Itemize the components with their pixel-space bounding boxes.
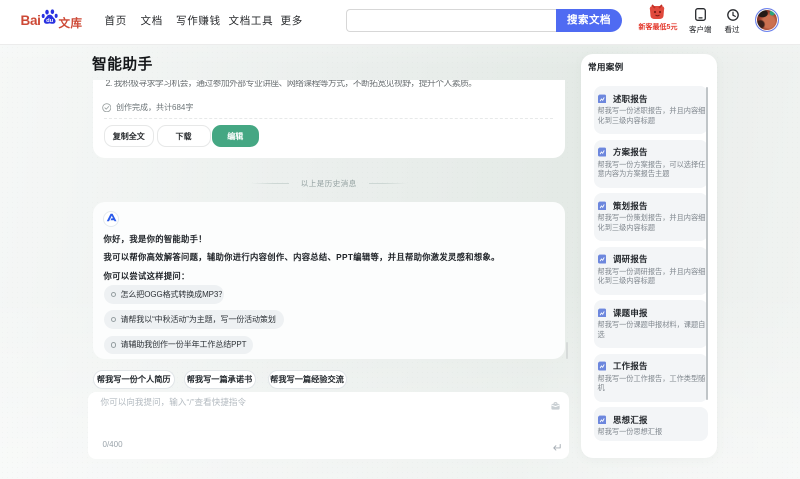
svg-text:du: du [46, 18, 54, 24]
